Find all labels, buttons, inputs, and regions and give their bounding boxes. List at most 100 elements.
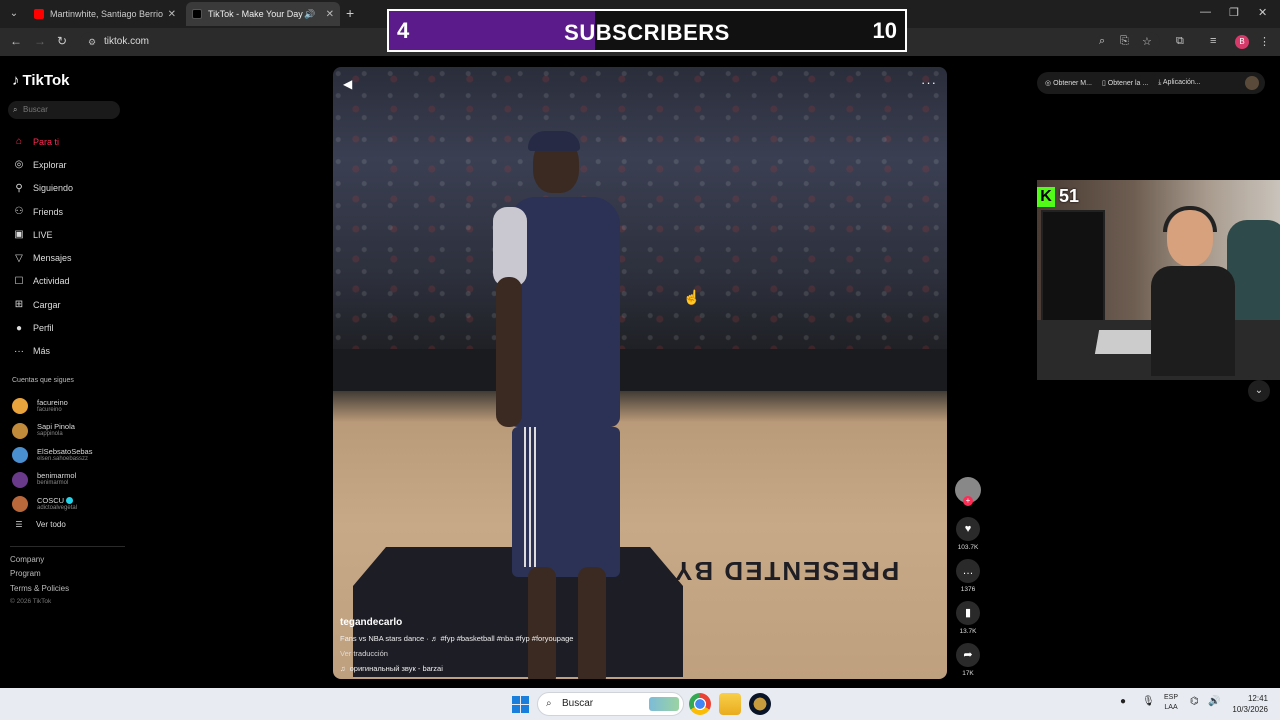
sidebar-item-live[interactable]: ▣ LIVE bbox=[12, 223, 122, 246]
sidebar-item-siguiendo[interactable]: ⚲ Siguiendo bbox=[12, 177, 122, 200]
tray-app-icon[interactable]: ● bbox=[1120, 696, 1126, 707]
subscribers-goal-bar: 4 SUBSCRIBERS 10 bbox=[387, 9, 907, 52]
follow-plus-icon[interactable]: + bbox=[963, 496, 973, 506]
mouse-cursor-icon: ☝ bbox=[683, 289, 701, 305]
extensions-icon[interactable]: ⧉ bbox=[1176, 35, 1184, 48]
upload-icon: ⊞ bbox=[14, 299, 24, 311]
reload-button[interactable]: ↻ bbox=[57, 34, 67, 48]
tab-youtube[interactable]: Martinwhite, Santiago Berrio - A ✕ bbox=[28, 2, 182, 26]
see-all-label: Ver todo bbox=[36, 520, 66, 529]
like-action[interactable]: ♥ 103.7K bbox=[955, 517, 981, 553]
following-item[interactable]: COSCU adictoalvegetal bbox=[12, 492, 127, 517]
more-options-icon[interactable]: ··· bbox=[921, 75, 937, 90]
following-item[interactable]: ElSebsatoSebas elsen.sahoebasszz bbox=[12, 443, 127, 468]
windows-start-icon[interactable] bbox=[512, 696, 529, 713]
file-explorer-icon[interactable] bbox=[719, 693, 741, 715]
video-sound[interactable]: ♫ оригинальный звук - barzai bbox=[340, 664, 780, 673]
sidebar-item-actividad[interactable]: ☐ Actividad bbox=[12, 270, 122, 293]
chrome-icon[interactable] bbox=[689, 693, 711, 715]
install-app-icon[interactable]: ⎘ bbox=[1120, 35, 1129, 48]
volume-icon[interactable]: 🔊 bbox=[1208, 696, 1220, 707]
sidebar-footer: Company Program Terms & Policies © 2026 … bbox=[10, 555, 69, 612]
forward-button[interactable]: → bbox=[34, 34, 46, 48]
bookmark-icon[interactable]: ▮ bbox=[956, 601, 980, 625]
sidebar-item-mas[interactable]: ··· Más bbox=[12, 340, 122, 363]
comment-action[interactable]: … 1376 bbox=[955, 559, 981, 595]
comment-icon[interactable]: … bbox=[956, 559, 980, 583]
footer-link-terms[interactable]: Terms & Policies bbox=[10, 584, 69, 598]
restore-button[interactable]: ❐ bbox=[1229, 6, 1239, 19]
save-action[interactable]: ▮ 13.7K bbox=[955, 601, 981, 637]
site-info-icon[interactable]: ⚙ bbox=[88, 32, 96, 52]
sidebar-item-label: Mensajes bbox=[33, 253, 72, 264]
see-all-link[interactable]: ☰ Ver todo bbox=[12, 520, 66, 529]
sidebar-item-explorar[interactable]: ◎ Explorar bbox=[12, 153, 122, 176]
user-avatar[interactable] bbox=[1245, 76, 1259, 90]
share-icon[interactable]: ➦ bbox=[956, 643, 980, 667]
tab-title: Martinwhite, Santiago Berrio - A bbox=[50, 9, 164, 19]
sidebar-menu: ⌂ Para ti ◎ Explorar ⚲ Siguiendo ⚇ Friends ▣… bbox=[12, 130, 122, 363]
share-count: 17K bbox=[962, 670, 974, 677]
following-item[interactable]: facureino facureino bbox=[12, 394, 127, 419]
account-name: benimarmol bbox=[37, 471, 77, 481]
court-text: PRESENTED BY bbox=[673, 556, 900, 586]
share-action[interactable]: ➦ 17K bbox=[955, 643, 981, 679]
sidebar-item-friends[interactable]: ⚇ Friends bbox=[12, 200, 122, 223]
subscribers-label: SUBSCRIBERS bbox=[564, 20, 730, 45]
close-tab-icon[interactable]: ✕ bbox=[326, 9, 334, 20]
profile-avatar[interactable]: B bbox=[1235, 35, 1249, 49]
search-input[interactable]: ⌕ Buscar bbox=[8, 101, 120, 119]
video-info: tegandecarlo Fans vs NBA stars dance · ♬… bbox=[340, 617, 780, 673]
minimize-button[interactable]: — bbox=[1200, 6, 1211, 18]
sidebar-item-perfil[interactable]: ● Perfil bbox=[12, 316, 122, 339]
following-item[interactable]: benimarmol benimarmol bbox=[12, 468, 127, 493]
mute-icon[interactable]: ◀ bbox=[343, 77, 352, 91]
speaker-icon[interactable]: 🔊 bbox=[304, 9, 315, 20]
tiktok-note-icon: ♪ bbox=[12, 72, 20, 89]
taskbar-search[interactable]: ⌕ Buscar bbox=[537, 692, 684, 716]
video-player[interactable]: PRESENTED BY ◀ ··· ☝ tegandecarlo Fans v… bbox=[333, 67, 947, 679]
bookmark-star-icon[interactable]: ☆ bbox=[1142, 35, 1152, 48]
close-tab-icon[interactable]: ✕ bbox=[168, 9, 176, 20]
language-indicator[interactable]: ESP LAA bbox=[1164, 693, 1178, 713]
chrome-menu-icon[interactable]: ⋮ bbox=[1259, 35, 1270, 48]
close-window-button[interactable]: ✕ bbox=[1258, 6, 1267, 19]
media-control-icon[interactable]: ≡ bbox=[1210, 35, 1216, 47]
logo-text: TikTok bbox=[22, 72, 70, 89]
game-launcher-icon[interactable] bbox=[749, 693, 771, 715]
new-tab-button[interactable]: + bbox=[346, 6, 354, 20]
kick-logo-icon: K bbox=[1037, 186, 1055, 207]
account-handle: facureino bbox=[37, 406, 62, 413]
keyboard-layout: LAA bbox=[1164, 704, 1178, 711]
tab-tiktok[interactable]: TikTok - Make Your Day 🔊 ✕ bbox=[186, 2, 340, 26]
zoom-icon[interactable]: ⌕ bbox=[1099, 35, 1105, 48]
footer-link-company[interactable]: Company bbox=[10, 555, 69, 569]
microphone-icon[interactable]: 🎙 bbox=[1142, 696, 1155, 707]
friends-icon: ⚇ bbox=[14, 206, 24, 218]
video-author[interactable]: tegandecarlo bbox=[340, 617, 780, 628]
heart-icon[interactable]: ♥ bbox=[956, 517, 980, 541]
live-icon: ▣ bbox=[14, 229, 24, 241]
get-coins-link[interactable]: ◎ Obtener M... bbox=[1045, 79, 1092, 87]
back-button[interactable]: ← bbox=[10, 34, 22, 48]
screen: ⌄ Martinwhite, Santiago Berrio - A ✕ Tik… bbox=[0, 0, 1280, 720]
sidebar-item-mensajes[interactable]: ▽ Mensajes bbox=[12, 246, 122, 269]
get-app-link[interactable]: ▯ Obtener la ... bbox=[1102, 79, 1148, 87]
taskbar-clock[interactable]: 12:41 10/3/2026 bbox=[1226, 693, 1268, 715]
subscribers-goal: 10 bbox=[872, 17, 897, 43]
translate-link[interactable]: Ver traducción bbox=[340, 649, 780, 658]
tiktok-logo[interactable]: ♪ TikTok bbox=[12, 72, 69, 89]
network-icon[interactable]: ⌬ bbox=[1190, 696, 1199, 707]
sidebar-item-cargar[interactable]: ⊞ Cargar bbox=[12, 293, 122, 316]
following-item[interactable]: Sapi Pinola sappinola bbox=[12, 419, 127, 444]
taskbar-search-label: Buscar bbox=[562, 698, 594, 709]
webcam-monitor bbox=[1041, 210, 1105, 330]
sidebar-item-para-ti[interactable]: ⌂ Para ti bbox=[12, 130, 122, 153]
tab-search-icon[interactable]: ⌄ bbox=[6, 6, 22, 22]
creator-avatar[interactable]: + bbox=[955, 477, 981, 506]
download-app-link[interactable]: ⤓ Aplicación... bbox=[1158, 79, 1200, 87]
following-icon: ⚲ bbox=[15, 182, 23, 194]
next-video-button[interactable]: ⌄ bbox=[1248, 380, 1270, 402]
tiktok-icon bbox=[192, 9, 202, 19]
footer-link-program[interactable]: Program bbox=[10, 569, 69, 583]
